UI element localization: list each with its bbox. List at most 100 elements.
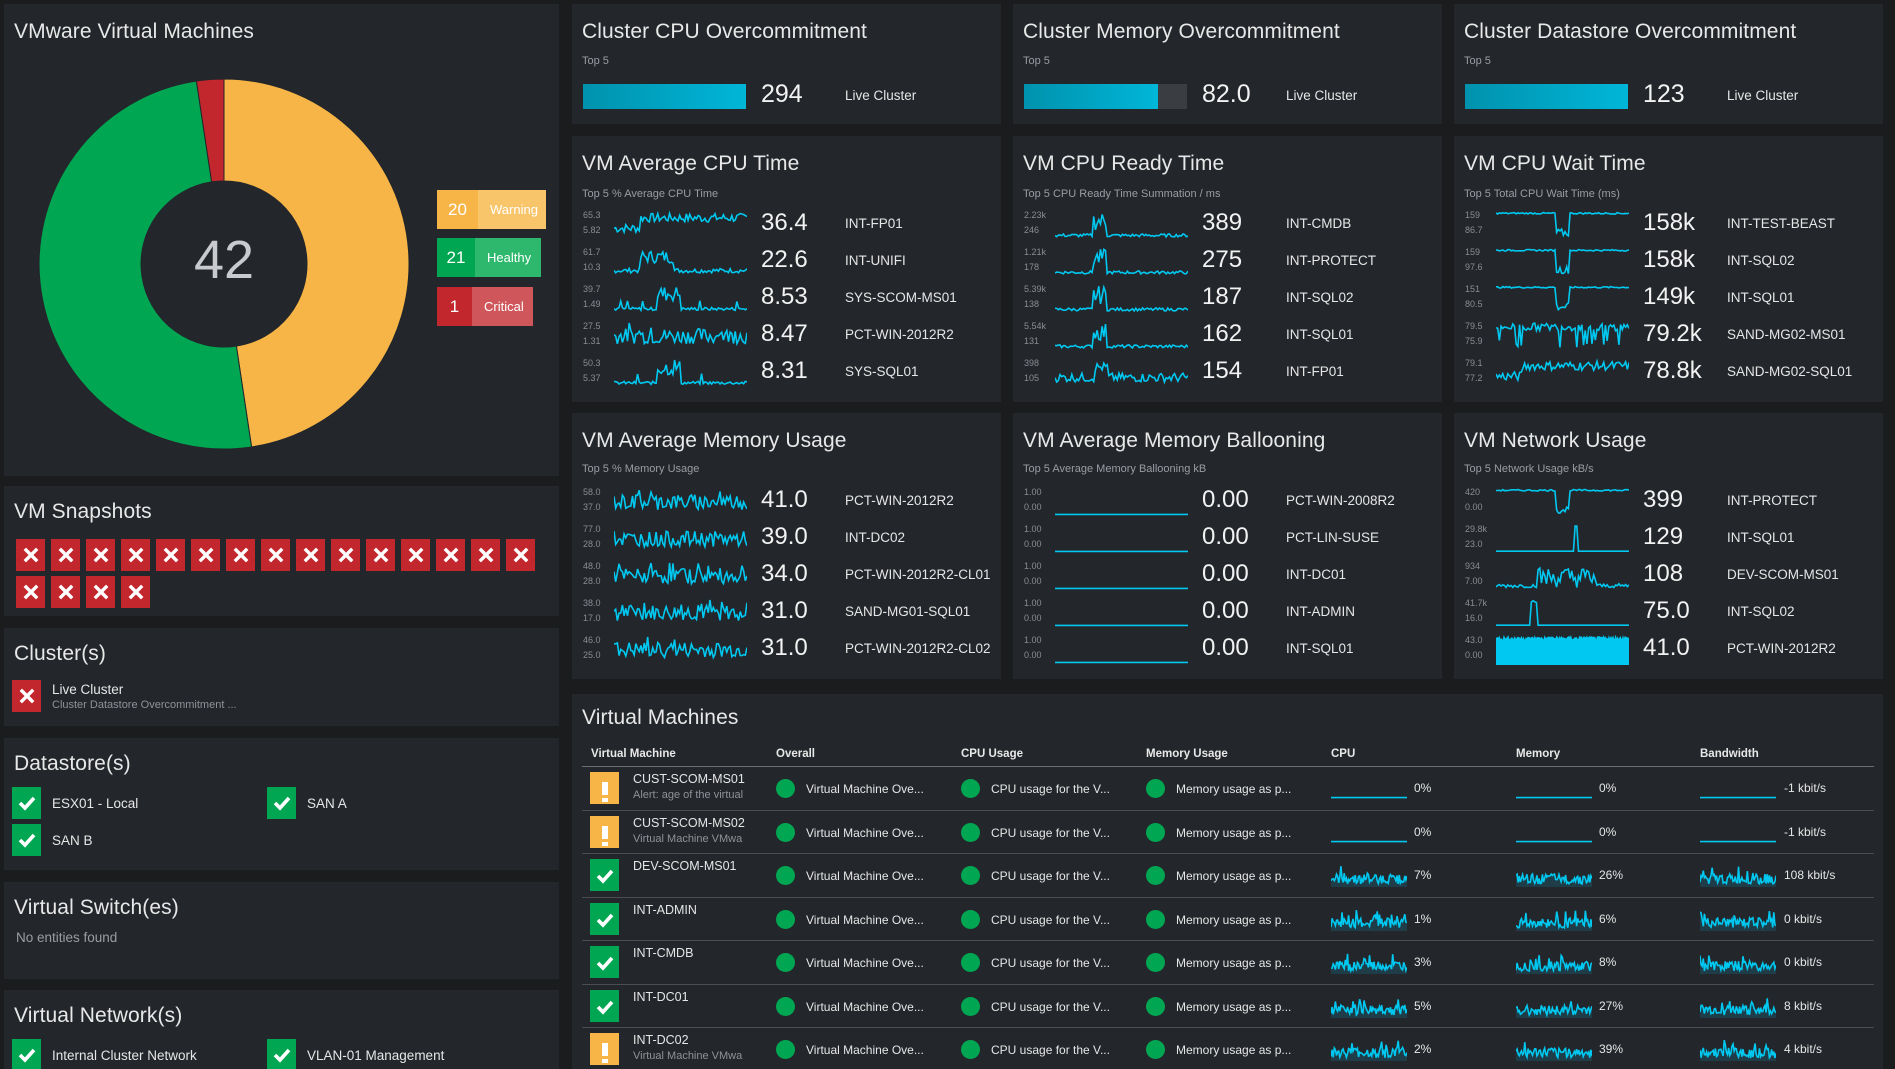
top5-row[interactable]: 159 86.7 158k INT-TEST-BEAST [1454,209,1883,247]
vm-name-link[interactable]: INT-SQL02 [1727,253,1795,268]
snapshot-critical-x-icon[interactable] [366,539,395,571]
top5-row[interactable]: 151 80.5 149k INT-SQL01 [1454,283,1883,321]
vm-name[interactable]: INT-DC02 [633,1033,689,1047]
vm-name[interactable]: CUST-SCOM-MS01 [633,772,745,786]
vm-name-link[interactable]: INT-DC01 [1286,567,1346,582]
vm-name-link[interactable]: INT-ADMIN [1286,604,1355,619]
snapshot-critical-x-icon[interactable] [156,539,185,571]
vm-name-link[interactable]: INT-TEST-BEAST [1727,216,1835,231]
legend-healthy[interactable]: 21 Healthy [437,238,541,277]
vm-name-link[interactable]: PCT-LIN-SUSE [1286,530,1379,545]
top5-row[interactable]: 43.0 0.00 41.0 PCT-WIN-2012R2 [1454,634,1883,672]
top5-row[interactable]: 41.7k 16.0 75.0 INT-SQL02 [1454,597,1883,635]
datastore-item[interactable]: SAN A [267,787,347,819]
vm-name[interactable]: INT-ADMIN [633,903,697,917]
page-scrollbar[interactable] [1883,0,1895,1069]
cluster-name-link[interactable]: Live Cluster [845,88,916,103]
vm-name-link[interactable]: INT-UNIFI [845,253,906,268]
cluster-name-link[interactable]: Live Cluster [1286,88,1357,103]
top5-row[interactable]: 5.54k 131 162 INT-SQL01 [1013,320,1442,358]
snapshot-critical-x-icon[interactable] [331,539,360,571]
vm-name-link[interactable]: SYS-SCOM-MS01 [845,290,957,305]
vm-name-link[interactable]: INT-CMDB [1286,216,1351,231]
vm-name[interactable]: DEV-SCOM-MS01 [633,859,737,873]
snapshot-critical-x-icon[interactable] [121,576,150,608]
vm-name-link[interactable]: INT-SQL02 [1727,604,1795,619]
snapshot-critical-x-icon[interactable] [296,539,325,571]
top5-row[interactable]: 50.3 5.37 8.31 SYS-SQL01 [572,357,1001,395]
top5-row[interactable]: 39.7 1.49 8.53 SYS-SCOM-MS01 [572,283,1001,321]
top5-row[interactable]: 159 97.6 158k INT-SQL02 [1454,246,1883,284]
column-header-memory-usage[interactable]: Memory Usage [1146,748,1228,760]
snapshot-critical-x-icon[interactable] [121,539,150,571]
top5-row[interactable]: 2.23k 246 389 INT-CMDB [1013,209,1442,247]
top5-row[interactable]: 1.21k 178 275 INT-PROTECT [1013,246,1442,284]
top5-row[interactable]: 46.0 25.0 31.0 PCT-WIN-2012R2-CL02 [572,634,1001,672]
snapshot-critical-x-icon[interactable] [86,576,115,608]
vm-name-link[interactable]: PCT-WIN-2012R2-CL01 [845,567,991,582]
vm-name[interactable]: INT-DC01 [633,990,689,1004]
network-item[interactable]: VLAN-01 Management [267,1039,444,1069]
vm-name-link[interactable]: INT-FP01 [845,216,903,231]
top5-row[interactable]: 79.5 75.9 79.2k SAND-MG02-MS01 [1454,320,1883,358]
vm-name-link[interactable]: SYS-SQL01 [845,364,919,379]
top5-row[interactable]: 1.00 0.00 0.00 INT-ADMIN [1013,597,1442,635]
vm-name-link[interactable]: INT-SQL01 [1727,530,1795,545]
vm-name-link[interactable]: INT-SQL02 [1286,290,1354,305]
top5-row[interactable]: 61.7 10.3 22.6 INT-UNIFI [572,246,1001,284]
snapshot-critical-x-icon[interactable] [436,539,465,571]
vm-name-link[interactable]: PCT-WIN-2012R2 [845,327,954,342]
vm-name-link[interactable]: DEV-SCOM-MS01 [1727,567,1839,582]
table-row[interactable]: INT-DC02 Virtual Machine VMwa Virtual Mach… [582,1028,1874,1069]
vm-name-link[interactable]: PCT-WIN-2012R2 [845,493,954,508]
top5-row[interactable]: 29.8k 23.0 129 INT-SQL01 [1454,523,1883,561]
table-row[interactable]: CUST-SCOM-MS01 Alert: age of the virtual V… [582,767,1874,811]
snapshot-critical-x-icon[interactable] [16,539,45,571]
network-item[interactable]: Internal Cluster Network [12,1039,197,1069]
vm-name[interactable]: CUST-SCOM-MS02 [633,816,745,830]
legend-warning[interactable]: 20 Warning [437,190,546,229]
vm-name-link[interactable]: INT-SQL01 [1286,641,1354,656]
top5-row[interactable]: 1.00 0.00 0.00 INT-DC01 [1013,560,1442,598]
top5-row[interactable]: 77.0 28.0 39.0 INT-DC02 [572,523,1001,561]
table-row[interactable]: CUST-SCOM-MS02 Virtual Machine VMwa Virtua… [582,811,1874,854]
snapshot-critical-x-icon[interactable] [51,576,80,608]
top5-row[interactable]: 79.1 77.2 78.8k SAND-MG02-SQL01 [1454,357,1883,395]
vm-name-link[interactable]: SAND-MG02-MS01 [1727,327,1846,342]
column-header-memory[interactable]: Memory [1516,748,1560,760]
top5-row[interactable]: 65.3 5.82 36.4 INT-FP01 [572,209,1001,247]
snapshot-critical-x-icon[interactable] [51,539,80,571]
datastore-item[interactable]: SAN B [12,824,93,856]
top5-row[interactable]: 420 0.00 399 INT-PROTECT [1454,486,1883,524]
snapshot-critical-x-icon[interactable] [261,539,290,571]
table-row[interactable]: INT-CMDB Virtual Machine Ove... CPU usage … [582,941,1874,985]
top5-row[interactable]: 1.00 0.00 0.00 PCT-WIN-2008R2 [1013,486,1442,524]
vm-name-link[interactable]: INT-FP01 [1286,364,1344,379]
vm-name-link[interactable]: PCT-WIN-2008R2 [1286,493,1395,508]
snapshot-critical-x-icon[interactable] [191,539,220,571]
vm-name-link[interactable]: PCT-WIN-2012R2 [1727,641,1836,656]
top5-row[interactable]: 27.5 1.31 8.47 PCT-WIN-2012R2 [572,320,1001,358]
vm-name-link[interactable]: SAND-MG01-SQL01 [845,604,970,619]
vm-name-link[interactable]: INT-SQL01 [1286,327,1354,342]
vm-name-link[interactable]: INT-SQL01 [1727,290,1795,305]
top5-row[interactable]: 398 105 154 INT-FP01 [1013,357,1442,395]
top5-row[interactable]: 5.39k 138 187 INT-SQL02 [1013,283,1442,321]
top5-row[interactable]: 48.0 28.0 34.0 PCT-WIN-2012R2-CL01 [572,560,1001,598]
top5-row[interactable]: 934 7.00 108 DEV-SCOM-MS01 [1454,560,1883,598]
legend-critical[interactable]: 1 Critical [437,287,533,326]
vm-name-link[interactable]: INT-PROTECT [1286,253,1376,268]
snapshot-critical-x-icon[interactable] [471,539,500,571]
column-header-bandwidth[interactable]: Bandwidth [1700,748,1759,760]
vm-name[interactable]: INT-CMDB [633,946,693,960]
datastore-item[interactable]: ESX01 - Local [12,787,138,819]
column-header-virtual-machine[interactable]: Virtual Machine [591,748,676,760]
snapshot-critical-x-icon[interactable] [86,539,115,571]
vm-name-link[interactable]: INT-PROTECT [1727,493,1817,508]
snapshot-critical-x-icon[interactable] [16,576,45,608]
vm-name-link[interactable]: PCT-WIN-2012R2-CL02 [845,641,991,656]
top5-row[interactable]: 1.00 0.00 0.00 PCT-LIN-SUSE [1013,523,1442,561]
column-header-cpu[interactable]: CPU [1331,748,1355,760]
table-row[interactable]: DEV-SCOM-MS01 Virtual Machine Ove... CPU u… [582,854,1874,898]
column-header-overall[interactable]: Overall [776,748,815,760]
